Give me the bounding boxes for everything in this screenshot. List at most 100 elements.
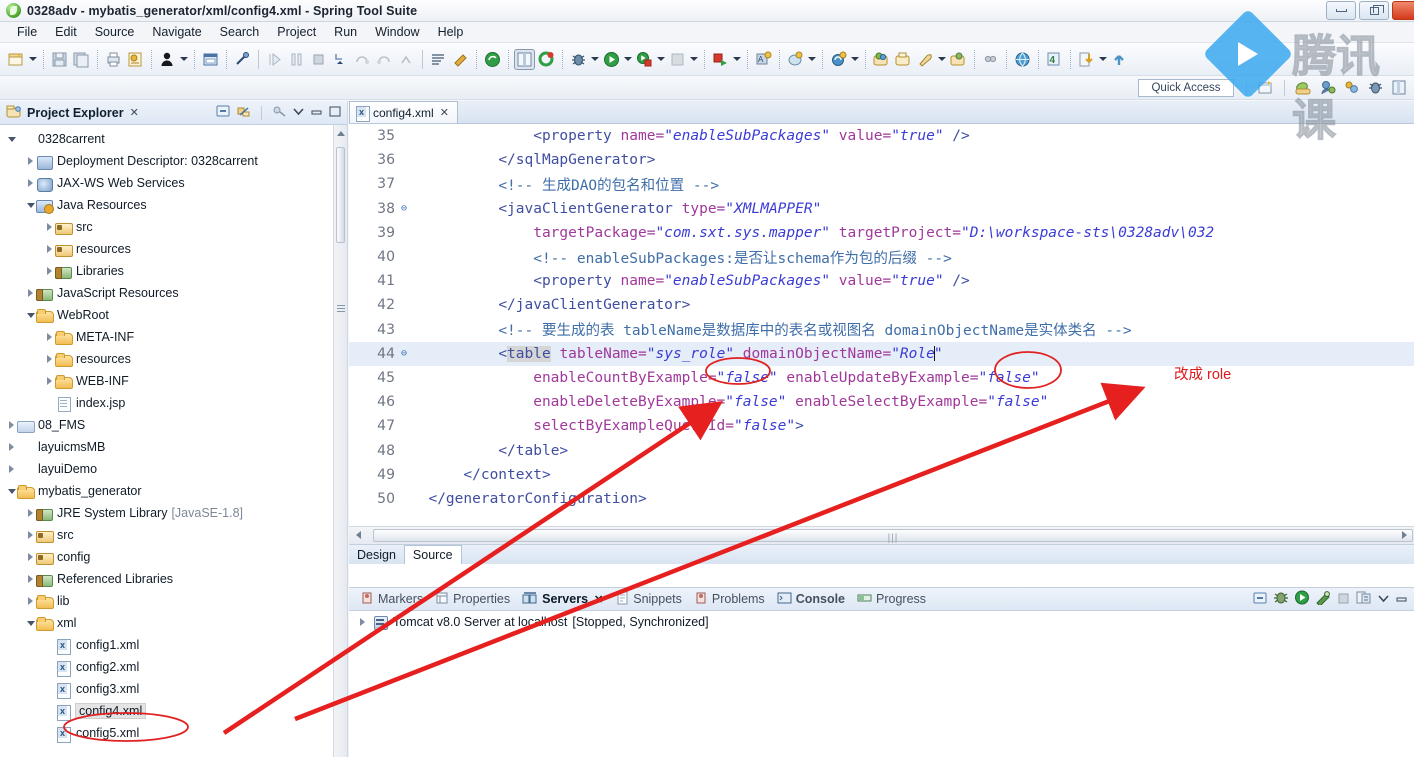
perspective-java-icon[interactable]: [1341, 77, 1362, 98]
tree-item[interactable]: resources: [0, 348, 333, 370]
menu-project[interactable]: Project: [268, 23, 325, 41]
debug-server-icon[interactable]: [1273, 590, 1289, 608]
new-bean-dropdown-icon[interactable]: [850, 49, 860, 70]
spring-boot-icon[interactable]: [482, 49, 503, 70]
download-icon[interactable]: [1076, 49, 1097, 70]
stop-server-icon[interactable]: [1336, 591, 1351, 608]
save-all-icon[interactable]: [71, 49, 92, 70]
close-button[interactable]: [1392, 1, 1414, 20]
tree-item[interactable]: config5.xml: [0, 722, 333, 744]
download-dropdown-icon[interactable]: [1098, 49, 1108, 70]
hscrollbar-thumb[interactable]: |||: [373, 529, 1413, 544]
tree-item[interactable]: index.jsp: [0, 392, 333, 414]
twisty-collapsed-icon[interactable]: [6, 465, 17, 473]
bottom-tab-markers[interactable]: Markers: [355, 589, 428, 610]
twisty-expanded-icon[interactable]: [25, 203, 36, 208]
collapse-all-icon[interactable]: [216, 104, 231, 121]
perspective-java-ee-icon[interactable]: [1317, 77, 1338, 98]
refresh-icon[interactable]: [536, 49, 557, 70]
tree-item[interactable]: resources: [0, 238, 333, 260]
code-line[interactable]: 43 <!-- 要生成的表 tableName是数据库中的表名或视图名 doma…: [349, 318, 1414, 342]
tree-item[interactable]: config1.xml: [0, 634, 333, 656]
new-annotation-icon[interactable]: A: [753, 49, 774, 70]
tree-item[interactable]: config4.xml: [0, 700, 333, 722]
maximize-button[interactable]: [1359, 1, 1389, 20]
scroll-up-icon[interactable]: [337, 131, 345, 136]
fold-toggle-icon[interactable]: ⊖: [401, 348, 411, 359]
minimize-icon[interactable]: [310, 105, 323, 120]
minimize-button[interactable]: [1326, 1, 1356, 20]
tree-item[interactable]: Deployment Descriptor: 0328carrent: [0, 150, 333, 172]
minimize-icon[interactable]: [1395, 592, 1408, 607]
tree-item[interactable]: layuiDemo: [0, 458, 333, 480]
run-as-dropdown-icon[interactable]: [732, 49, 742, 70]
tree-item[interactable]: JavaScript Resources: [0, 282, 333, 304]
bottom-tab-progress[interactable]: Progress: [852, 589, 931, 610]
bottom-tab-problems[interactable]: Problems: [689, 589, 770, 610]
menu-source[interactable]: Source: [86, 23, 144, 41]
code-line[interactable]: 36 </sqlMapGenerator>: [349, 148, 1414, 172]
editor-tab-config4[interactable]: config4.xml ✕: [349, 101, 458, 123]
new-jsp-dropdown-icon[interactable]: [807, 49, 817, 70]
twisty-expanded-icon[interactable]: [6, 489, 17, 494]
project-tree[interactable]: 0328carrent Deployment Descriptor: 0328ca…: [0, 125, 333, 757]
run-icon[interactable]: [601, 49, 622, 70]
step-return-icon[interactable]: [374, 49, 395, 70]
menu-edit[interactable]: Edit: [46, 23, 86, 41]
open-folder-icon[interactable]: [893, 49, 914, 70]
menu-search[interactable]: Search: [211, 23, 269, 41]
twisty-expanded-icon[interactable]: [6, 137, 17, 142]
twisty-collapsed-icon[interactable]: [25, 553, 36, 561]
external-tools-dropdown-icon[interactable]: [656, 49, 666, 70]
bottom-tab-console[interactable]: Console: [772, 589, 850, 610]
code-line[interactable]: 46 enableDeleteByExample="false" enableS…: [349, 390, 1414, 414]
tab-design[interactable]: Design: [349, 546, 404, 564]
twisty-collapsed-icon[interactable]: [25, 575, 36, 583]
menu-help[interactable]: Help: [429, 23, 473, 41]
coverage-dropdown-icon[interactable]: [689, 49, 699, 70]
open-perspective-icon[interactable]: [871, 49, 892, 70]
tree-item[interactable]: JRE System Library [JavaSE-1.8]: [0, 502, 333, 524]
open-type-icon[interactable]: [125, 49, 146, 70]
print-icon[interactable]: [103, 49, 124, 70]
code-line[interactable]: 35 <property name="enableSubPackages" va…: [349, 124, 1414, 148]
servers-list[interactable]: Tomcat v8.0 Server at localhost [Stopped,…: [349, 611, 1414, 757]
run-dropdown-icon[interactable]: [623, 49, 633, 70]
tree-item[interactable]: 08_FMS: [0, 414, 333, 436]
twisty-collapsed-icon[interactable]: [44, 377, 55, 385]
twisty-collapsed-icon[interactable]: [6, 421, 17, 429]
tree-item[interactable]: config: [0, 546, 333, 568]
twisty-collapsed-icon[interactable]: [25, 157, 36, 165]
code-line[interactable]: 37 <!-- 生成DAO的包名和位置 -->: [349, 172, 1414, 196]
new-wizard-dropdown-icon[interactable]: [28, 49, 38, 70]
menu-run[interactable]: Run: [325, 23, 366, 41]
tree-item[interactable]: lib: [0, 590, 333, 612]
run-as-server-icon[interactable]: [710, 49, 731, 70]
step-into-icon[interactable]: [330, 49, 351, 70]
close-icon[interactable]: ✕: [440, 106, 449, 119]
format-icon[interactable]: [428, 49, 449, 70]
new-wizard-icon[interactable]: [6, 49, 27, 70]
code-line[interactable]: 40 <!-- enableSubPackages:是否让schema作为包的后…: [349, 245, 1414, 269]
code-line[interactable]: 39 targetPackage="com.sxt.sys.mapper" ta…: [349, 221, 1414, 245]
debug-icon[interactable]: [568, 49, 589, 70]
fold-toggle-icon[interactable]: ⊖: [401, 203, 411, 214]
tree-item[interactable]: xml: [0, 612, 333, 634]
menu-navigate[interactable]: Navigate: [143, 23, 210, 41]
tree-item[interactable]: Referenced Libraries: [0, 568, 333, 590]
twisty-collapsed-icon[interactable]: [25, 509, 36, 517]
twisty-collapsed-icon[interactable]: [44, 267, 55, 275]
twisty-collapsed-icon[interactable]: [6, 443, 17, 451]
scroll-right-icon[interactable]: [1402, 531, 1407, 539]
terminate-icon[interactable]: [308, 49, 329, 70]
tree-item[interactable]: META-INF: [0, 326, 333, 348]
code-line[interactable]: 38 ⊖ <javaClientGenerator type="XMLMAPPER…: [349, 197, 1414, 221]
rocket-dropdown-icon[interactable]: [937, 49, 947, 70]
publish-server-icon[interactable]: [1356, 590, 1372, 608]
debug-resume-icon[interactable]: [264, 49, 285, 70]
tree-item[interactable]: layuicmsMB: [0, 436, 333, 458]
search-type-icon[interactable]: 4: [1044, 49, 1065, 70]
chevron-down-icon[interactable]: [292, 105, 305, 120]
code-line[interactable]: 50 </generatorConfiguration>: [349, 487, 1414, 511]
code-line[interactable]: 41 <property name="enableSubPackages" va…: [349, 269, 1414, 293]
